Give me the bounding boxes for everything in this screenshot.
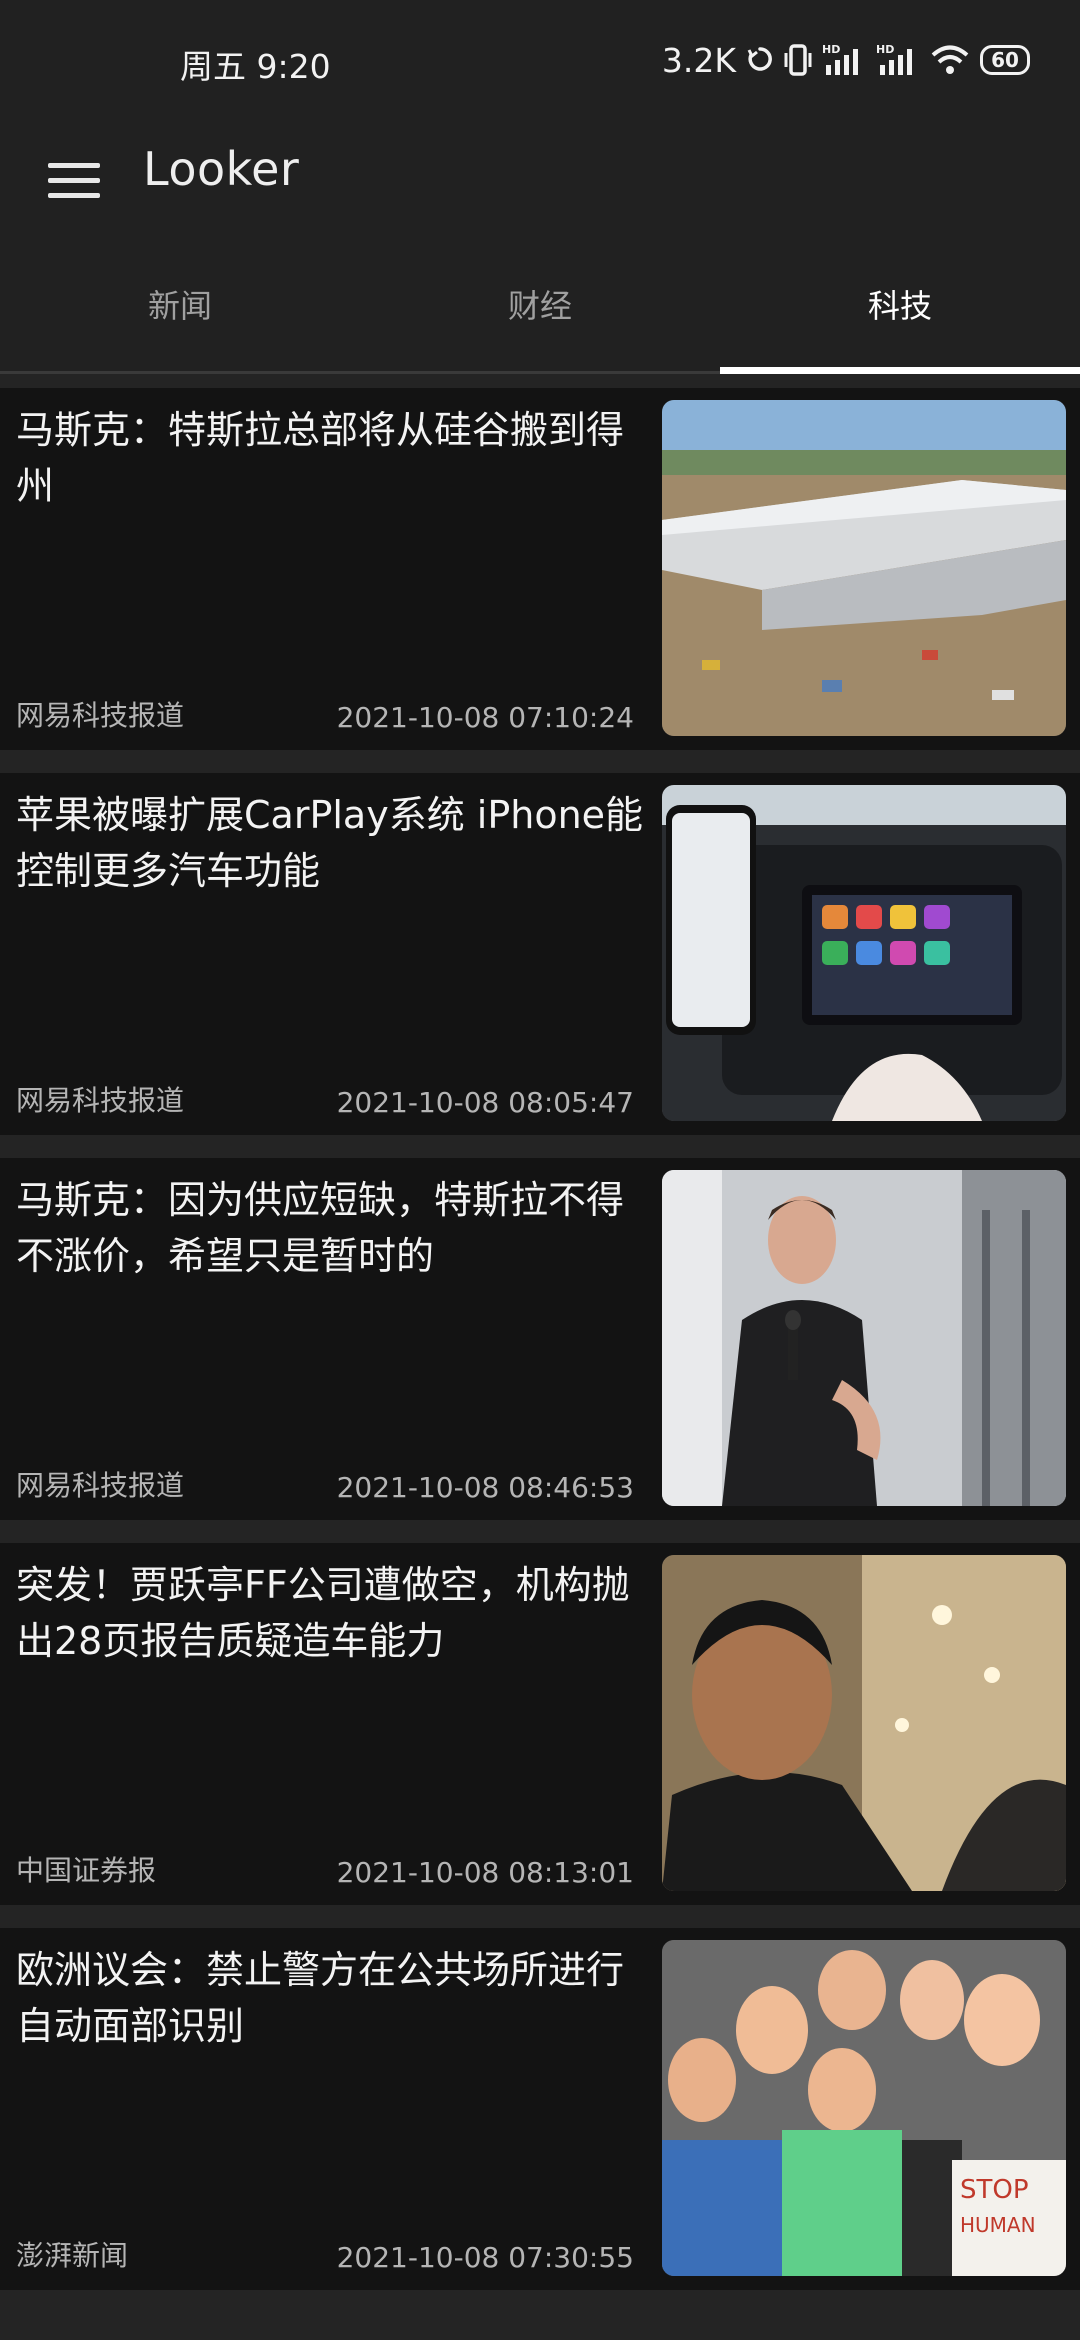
svg-text:STOP: STOP xyxy=(960,2175,1029,2205)
news-card[interactable]: 马斯克：特斯拉总部将从硅谷搬到得州 网易科技报道 2021-10-08 07:1… xyxy=(0,388,1080,750)
vibrate-icon xyxy=(784,43,812,77)
news-source: 网易科技报道 xyxy=(16,699,185,732)
news-card[interactable]: 突发！贾跃亭FF公司遭做空，机构抛出28页报告质疑造车能力 中国证券报 2021… xyxy=(0,1543,1080,1905)
news-source: 网易科技报道 xyxy=(16,1469,185,1502)
tab-tech[interactable]: 科技 xyxy=(720,236,1080,374)
news-time: 2021-10-08 07:30:55 xyxy=(336,2241,634,2274)
app-bar: Looker xyxy=(0,126,1080,236)
news-time: 2021-10-08 07:10:24 xyxy=(336,701,634,734)
sync-icon xyxy=(746,44,774,76)
status-icons: 3.2K HD HD 60 xyxy=(662,38,1030,82)
news-thumbnail xyxy=(662,1555,1066,1891)
news-time: 2021-10-08 08:13:01 xyxy=(336,1856,634,1889)
battery-icon: 60 xyxy=(980,45,1030,75)
news-time: 2021-10-08 08:05:47 xyxy=(336,1086,634,1119)
net-speed: 3.2K xyxy=(661,40,736,80)
signal-hd-icon: HD xyxy=(822,43,866,77)
tab-finance[interactable]: 财经 xyxy=(360,236,720,371)
svg-text:HUMAN: HUMAN xyxy=(960,2213,1036,2237)
signal-hd-icon: HD xyxy=(876,43,920,77)
news-card[interactable]: 欧洲议会：禁止警方在公共场所进行自动面部识别 澎湃新闻 2021-10-08 0… xyxy=(0,1928,1080,2290)
svg-text:HD: HD xyxy=(822,43,840,56)
svg-text:HD: HD xyxy=(876,43,894,56)
news-thumbnail: STOP HUMAN xyxy=(662,1940,1066,2276)
news-title: 马斯克：因为供应短缺，特斯拉不得不涨价，希望只是暂时的 xyxy=(16,1178,625,1278)
news-source: 网易科技报道 xyxy=(16,1084,185,1117)
news-time: 2021-10-08 08:46:53 xyxy=(336,1471,634,1504)
app-title: Looker xyxy=(143,142,300,196)
menu-icon[interactable] xyxy=(48,152,104,208)
news-title: 马斯克：特斯拉总部将从硅谷搬到得州 xyxy=(16,408,625,508)
news-thumbnail xyxy=(662,1170,1066,1506)
wifi-icon xyxy=(930,44,970,76)
news-card[interactable]: 苹果被曝扩展CarPlay系统 iPhone能控制更多汽车功能 网易科技报道 2… xyxy=(0,773,1080,1135)
news-source: 澎湃新闻 xyxy=(16,2239,129,2272)
news-thumbnail xyxy=(662,785,1066,1121)
status-bar: 周五 9:20 3.2K HD HD 60 xyxy=(0,0,1080,126)
category-tabs: 新闻 财经 科技 xyxy=(0,236,1080,374)
news-title: 苹果被曝扩展CarPlay系统 iPhone能控制更多汽车功能 xyxy=(16,793,644,893)
news-card[interactable]: 马斯克：因为供应短缺，特斯拉不得不涨价，希望只是暂时的 网易科技报道 2021-… xyxy=(0,1158,1080,1520)
tab-news[interactable]: 新闻 xyxy=(0,236,360,371)
news-title: 欧洲议会：禁止警方在公共场所进行自动面部识别 xyxy=(16,1948,625,2048)
news-title: 突发！贾跃亭FF公司遭做空，机构抛出28页报告质疑造车能力 xyxy=(16,1563,630,1663)
news-source: 中国证券报 xyxy=(16,1854,157,1887)
news-feed: 马斯克：特斯拉总部将从硅谷搬到得州 网易科技报道 2021-10-08 07:1… xyxy=(0,388,1080,2313)
news-thumbnail xyxy=(662,400,1066,736)
status-time: 周五 9:20 xyxy=(180,47,331,86)
